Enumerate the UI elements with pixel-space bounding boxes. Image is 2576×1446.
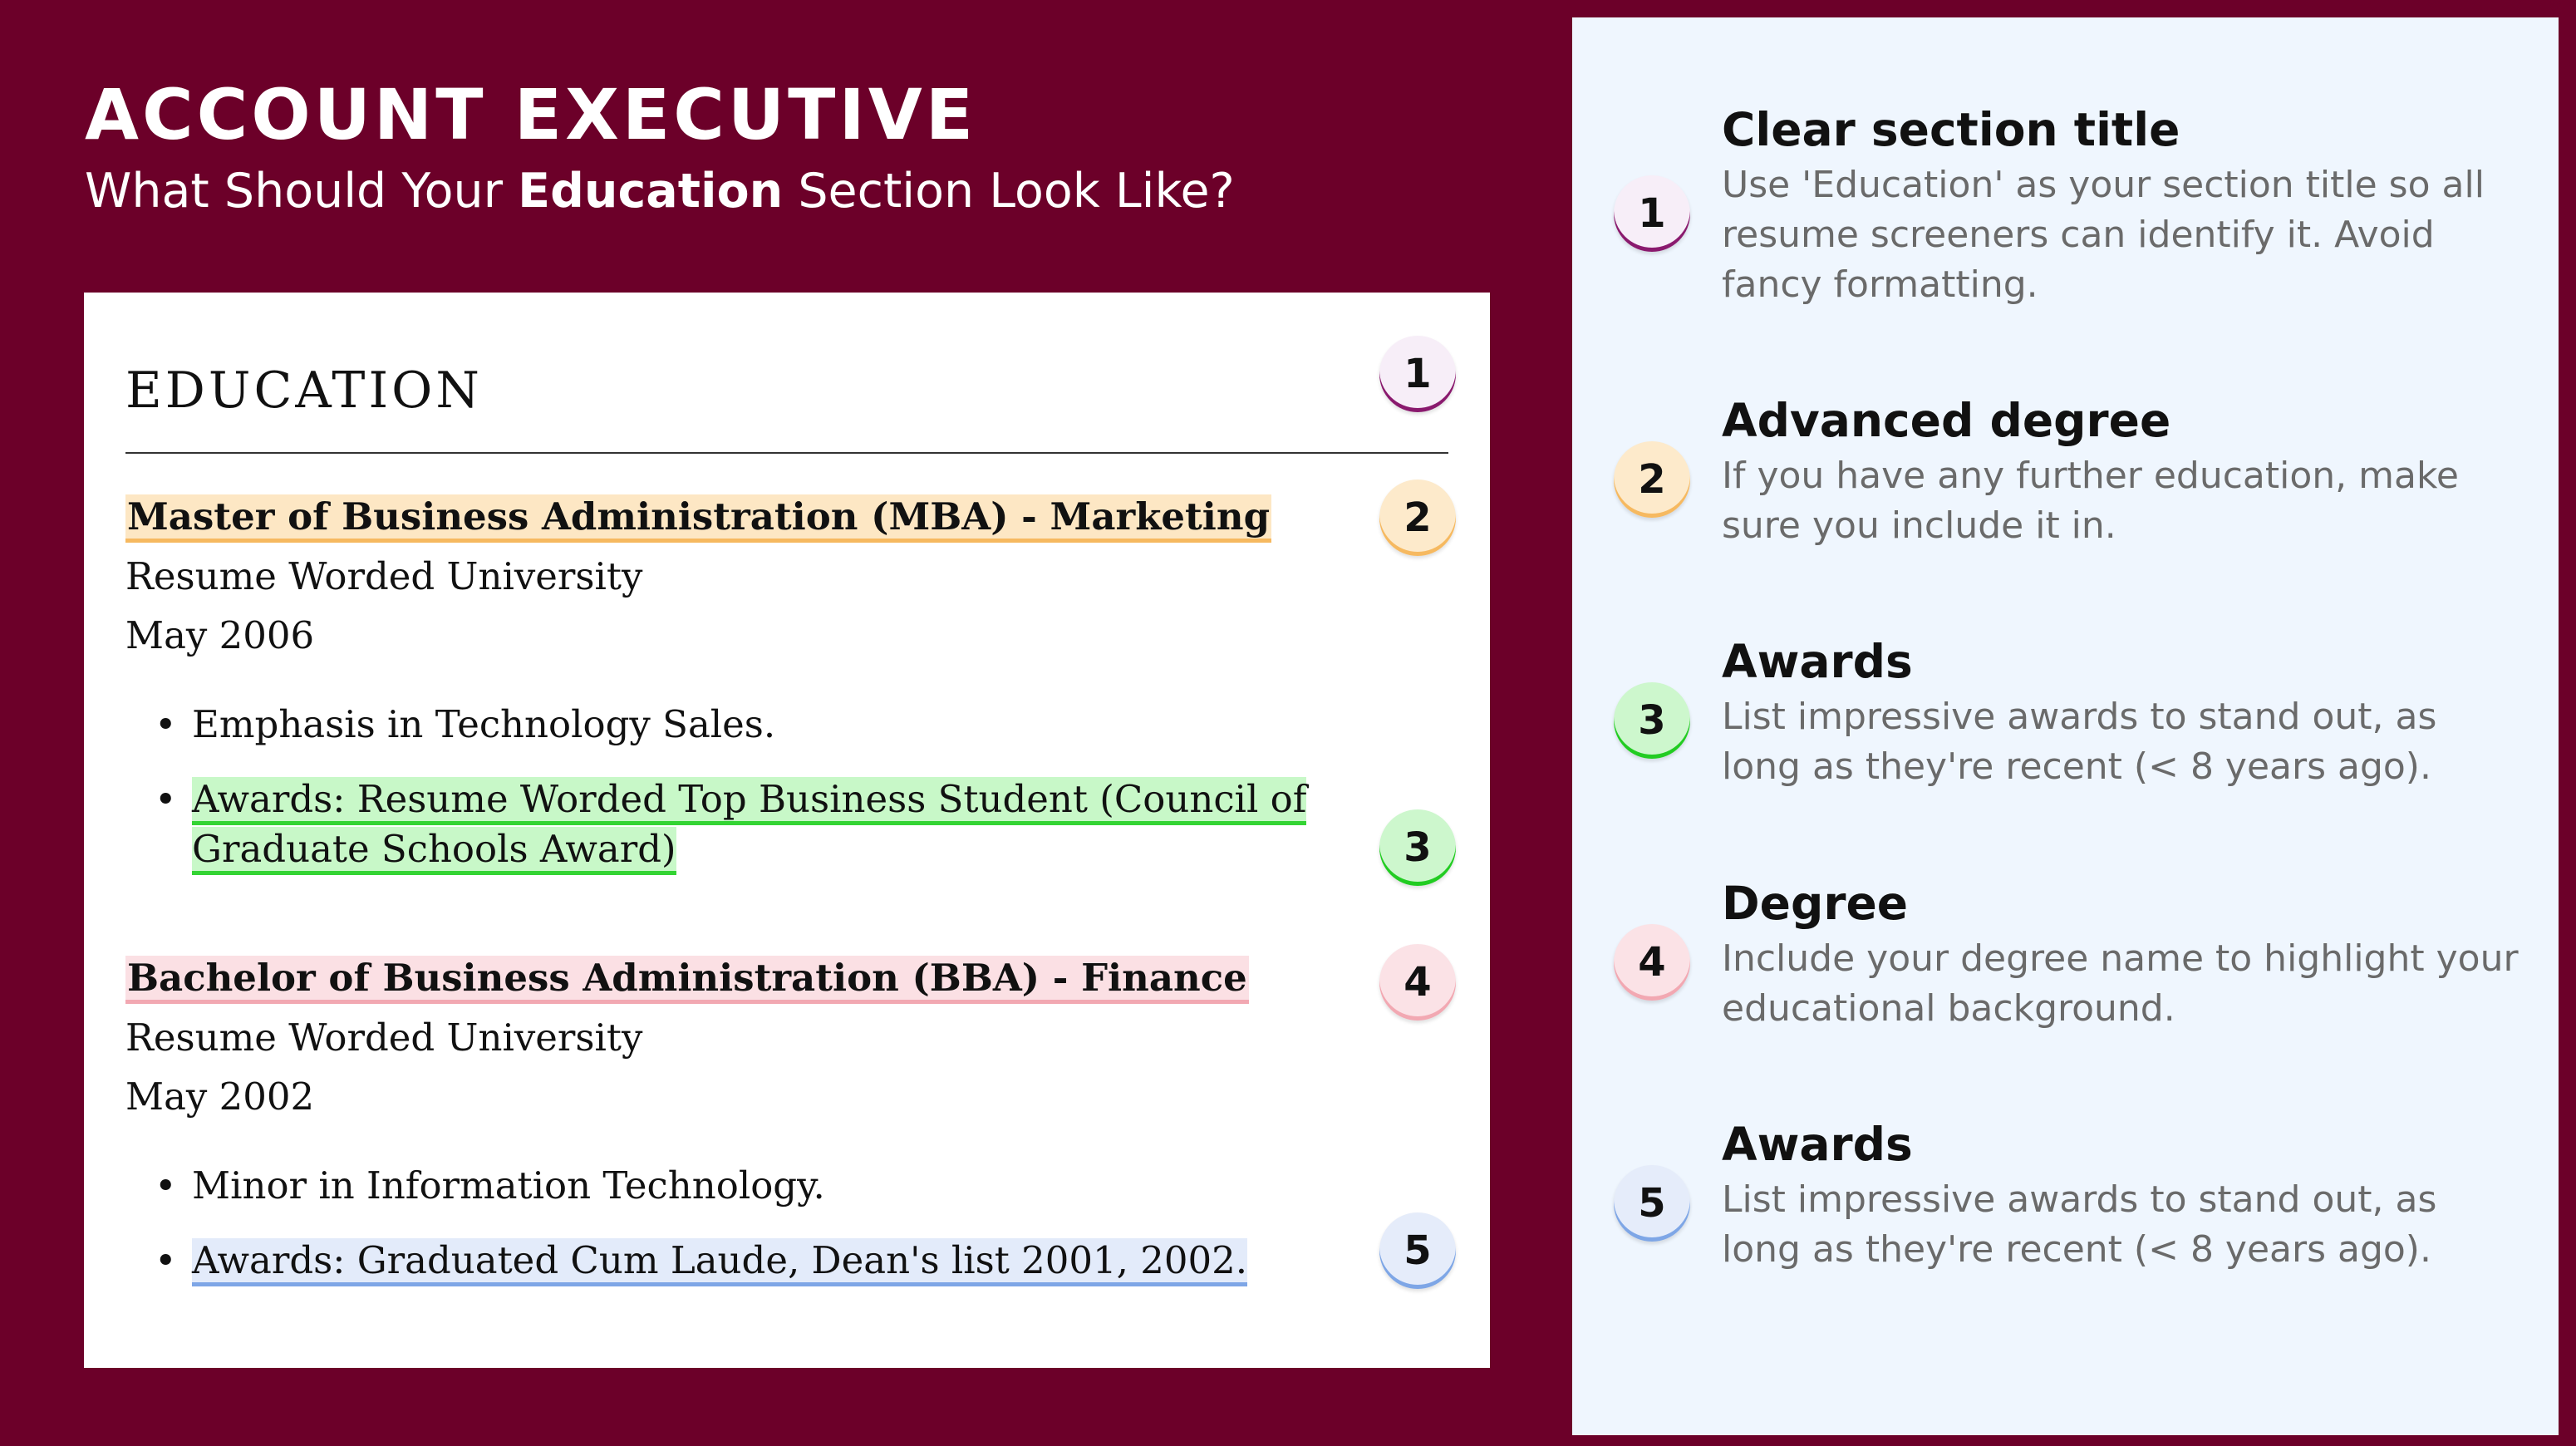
bullet-text: Minor in Information Technology. [192, 1163, 825, 1207]
degree-highlight-mba: Master of Business Administration (MBA) … [125, 494, 1272, 543]
page-subtitle: What Should Your Education Section Look … [85, 158, 1235, 224]
number-badge-3: 3 [1379, 809, 1456, 886]
list-item: • Awards: Resume Worded Top Business Stud… [125, 775, 1422, 875]
tip-title: Degree [1722, 877, 1909, 930]
section-divider [125, 452, 1448, 454]
list-item: • Awards: Graduated Cum Laude, Dean's lis… [125, 1236, 1422, 1286]
entry-bullets: • Minor in Information Technology. • Award… [125, 1161, 1422, 1311]
number-badge-3: 3 [1614, 682, 1690, 759]
degree-highlight-bba: Bachelor of Business Administration (BBA… [125, 956, 1249, 1004]
subtitle-pre: What Should Your [85, 164, 519, 219]
bullet-text: Emphasis in Technology Sales. [192, 702, 776, 746]
page-title: ACCOUNT EXECUTIVE [85, 74, 977, 155]
awards-highlight: Awards: Graduated Cum Laude, Dean's list… [192, 1238, 1248, 1286]
tip-description: If you have any further education, make … [1722, 455, 2459, 547]
number-badge-2: 2 [1379, 480, 1456, 556]
tip-title: Awards [1722, 635, 1913, 688]
school-name: Resume Worded University [125, 554, 643, 598]
graduation-date: May 2006 [125, 613, 315, 657]
list-item: • Emphasis in Technology Sales. [125, 700, 1422, 750]
number-badge-5: 5 [1614, 1165, 1690, 1242]
education-heading: EDUCATION [125, 362, 483, 420]
number-badge-1: 1 [1379, 336, 1456, 412]
school-name: Resume Worded University [125, 1016, 643, 1060]
tip-title: Awards [1722, 1118, 1913, 1171]
number-badge-1: 1 [1614, 175, 1690, 252]
bullet-icon: • [155, 1163, 177, 1207]
degree-title-bba: Bachelor of Business Administration (BBA… [125, 952, 1249, 1005]
subtitle-bold: Education [518, 164, 784, 219]
degree-title-mba: Master of Business Administration (MBA) … [125, 490, 1272, 543]
graduation-date: May 2002 [125, 1075, 315, 1119]
number-badge-4: 4 [1614, 924, 1690, 1001]
tip-title: Clear section title [1722, 103, 2180, 156]
subtitle-post: Section Look Like? [783, 164, 1235, 219]
tip-description: Include your degree name to highlight yo… [1722, 937, 2519, 1030]
number-badge-4: 4 [1379, 944, 1456, 1021]
tip-title: Advanced degree [1722, 394, 2171, 447]
resume-education-card: EDUCATION 1 Master of Business Administr… [84, 293, 1490, 1368]
awards-highlight: Awards: Resume Worded Top Business Stude… [192, 777, 1307, 875]
bullet-icon: • [155, 1238, 177, 1282]
list-item: • Minor in Information Technology. [125, 1161, 1422, 1211]
number-badge-5: 5 [1379, 1212, 1456, 1289]
entry-bullets: • Emphasis in Technology Sales. • Awards: … [125, 700, 1422, 899]
tip-description: List impressive awards to stand out, as … [1722, 1178, 2437, 1271]
number-badge-2: 2 [1614, 441, 1690, 518]
page-header: ACCOUNT EXECUTIVE What Should Your Educa… [85, 73, 1235, 224]
bullet-icon: • [155, 777, 177, 821]
tip-description: Use 'Education' as your section title so… [1722, 164, 2485, 306]
tips-panel: 1 Clear section title Use 'Education' as… [1572, 17, 2559, 1435]
bullet-icon: • [155, 702, 177, 746]
tip-description: List impressive awards to stand out, as … [1722, 696, 2437, 788]
